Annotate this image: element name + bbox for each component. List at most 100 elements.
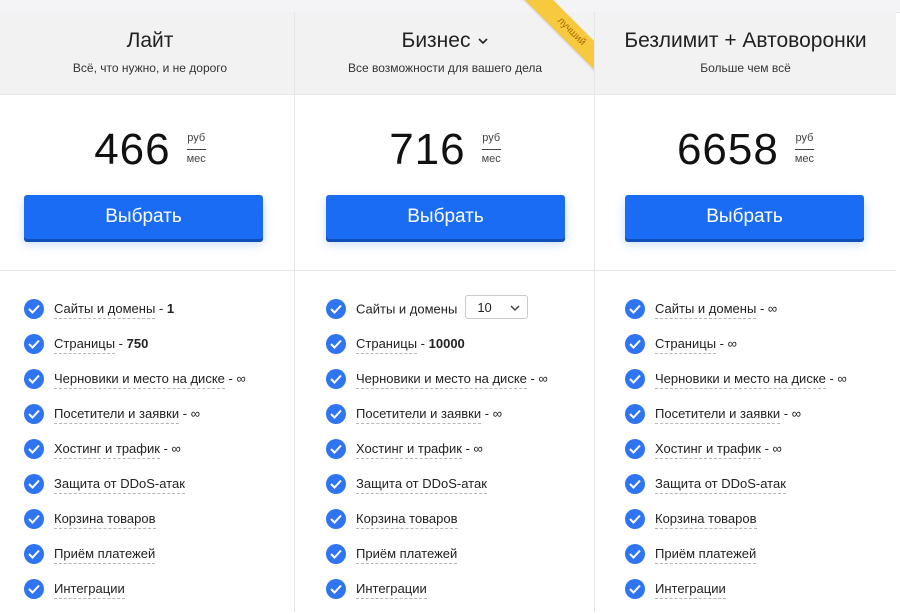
price-value: 716	[389, 125, 466, 174]
feature-sep: -	[163, 441, 168, 456]
feature-item: Сайты и домены - 1	[24, 299, 292, 334]
feature-item: Интеграции	[326, 579, 587, 614]
feature-item: Хостинг и трафик - ∞	[326, 439, 587, 474]
feature-item: Корзина товаров	[326, 509, 587, 544]
plan-subtitle: Всё, что нужно, и не дорого	[72, 61, 228, 75]
feature-label: Черновики и место на диске	[655, 371, 826, 389]
plan-title: Безлимит + Автоворонки	[624, 29, 867, 52]
feature-item: Защита от DDoS-атак	[24, 474, 292, 509]
feature-text: Сайты и домены - 1	[54, 301, 174, 319]
check-icon	[625, 404, 645, 424]
feature-text: Сайты и домены 10	[356, 295, 529, 319]
divider	[0, 270, 300, 271]
divider	[295, 270, 595, 271]
sites-count-select[interactable]: 10	[465, 295, 529, 319]
price-unit: руб мес	[481, 131, 501, 166]
plan-card-business: Бизнес Все возможности для вашего дела л…	[294, 0, 601, 614]
best-badge: лучший	[521, 0, 601, 80]
feature-item: Корзина товаров	[625, 509, 888, 544]
feature-label: Черновики и место на диске	[356, 371, 527, 389]
feature-text: Корзина товаров	[356, 511, 458, 529]
feature-sep: -	[530, 371, 535, 386]
feature-item: Черновики и место на диске - ∞	[326, 369, 587, 404]
feature-label: Приём платежей	[356, 546, 458, 564]
feature-value: ∞	[190, 406, 200, 421]
check-icon	[625, 299, 645, 319]
feature-text: Посетители и заявки - ∞	[655, 406, 801, 424]
feature-value: ∞	[236, 371, 246, 386]
feature-value: ∞	[473, 441, 483, 456]
feature-text: Защита от DDoS-атак	[54, 476, 185, 494]
feature-sep: -	[783, 406, 789, 421]
plan-title: Лайт	[126, 29, 174, 52]
feature-label: Черновики и место на диске	[54, 371, 225, 389]
feature-item: Хостинг и трафик - ∞	[625, 439, 888, 474]
feature-text: Приём платежей	[356, 546, 458, 564]
feature-item: Страницы - 10000	[326, 334, 587, 369]
check-icon	[326, 334, 346, 354]
feature-label: Защита от DDoS-атак	[356, 476, 487, 494]
feature-sep: -	[228, 371, 233, 386]
check-icon	[625, 369, 645, 389]
choose-button[interactable]: Выбрать	[625, 195, 864, 239]
check-icon	[24, 334, 44, 354]
feature-item: Интеграции	[24, 579, 292, 614]
feature-text: Интеграции	[655, 581, 726, 599]
check-icon	[326, 404, 346, 424]
feature-text: Защита от DDoS-атак	[356, 476, 487, 494]
feature-sep: -	[182, 406, 188, 421]
check-icon	[24, 369, 44, 389]
feature-sep: -	[719, 336, 725, 351]
feature-label: Хостинг и трафик	[54, 441, 160, 459]
pricing-table: Лайт Всё, что нужно, и не дорого 466 руб…	[0, 0, 896, 614]
feature-item: Защита от DDoS-атак	[326, 474, 587, 509]
feature-label: Сайты и домены	[356, 301, 458, 317]
price-period: мес	[794, 153, 815, 165]
feature-value: ∞	[538, 371, 548, 386]
feature-label: Интеграции	[54, 581, 125, 599]
choose-button[interactable]: Выбрать	[24, 195, 263, 239]
feature-text: Страницы - 10000	[356, 336, 465, 354]
feature-text: Интеграции	[356, 581, 427, 599]
plan-subtitle: Больше чем всё	[700, 61, 791, 75]
feature-text: Сайты и домены - ∞	[655, 301, 777, 319]
feature-label: Интеграции	[655, 581, 726, 599]
feature-text: Интеграции	[54, 581, 125, 599]
price-unit: руб мес	[186, 131, 206, 166]
feature-label: Корзина товаров	[356, 511, 458, 529]
chevron-down-icon	[510, 305, 520, 312]
feature-sep: -	[759, 301, 765, 316]
feature-label: Защита от DDoS-атак	[655, 476, 786, 494]
plan-header: Бизнес Все возможности для вашего дела л…	[295, 0, 601, 95]
feature-label: Посетители и заявки	[356, 406, 482, 424]
feature-text: Черновики и место на диске - ∞	[655, 371, 847, 389]
price-unit: руб мес	[794, 131, 815, 166]
check-icon	[326, 579, 346, 599]
chevron-down-icon	[478, 38, 489, 45]
price-currency: руб	[481, 131, 501, 150]
feature-item: Приём платежей	[24, 544, 292, 579]
feature-item: Страницы - 750	[24, 334, 292, 369]
feature-item: Страницы - ∞	[625, 334, 888, 369]
feature-sep: -	[158, 301, 164, 316]
price-block: 466 руб мес	[0, 125, 300, 181]
feature-text: Хостинг и трафик - ∞	[54, 441, 181, 459]
check-icon	[24, 509, 44, 529]
price-period: мес	[186, 153, 206, 165]
feature-label: Хостинг и трафик	[655, 441, 761, 459]
feature-list: Сайты и домены 10 Страницы - 10000 Чернов…	[326, 295, 587, 614]
feature-text: Приём платежей	[655, 546, 757, 564]
feature-list: Сайты и домены - 1 Страницы - 750 Чернов…	[24, 299, 292, 614]
check-icon	[625, 439, 645, 459]
feature-item: Посетители и заявки - ∞	[326, 404, 587, 439]
choose-button[interactable]: Выбрать	[326, 195, 565, 239]
feature-text: Страницы - ∞	[655, 336, 737, 354]
feature-item: Интеграции	[625, 579, 888, 614]
feature-text: Хостинг и трафик - ∞	[356, 441, 483, 459]
feature-item: Хостинг и трафик - ∞	[24, 439, 292, 474]
price-currency: руб	[186, 131, 206, 150]
check-icon	[625, 509, 645, 529]
feature-label: Приём платежей	[655, 546, 757, 564]
feature-value: ∞	[727, 336, 737, 351]
feature-label: Корзина товаров	[54, 511, 156, 529]
